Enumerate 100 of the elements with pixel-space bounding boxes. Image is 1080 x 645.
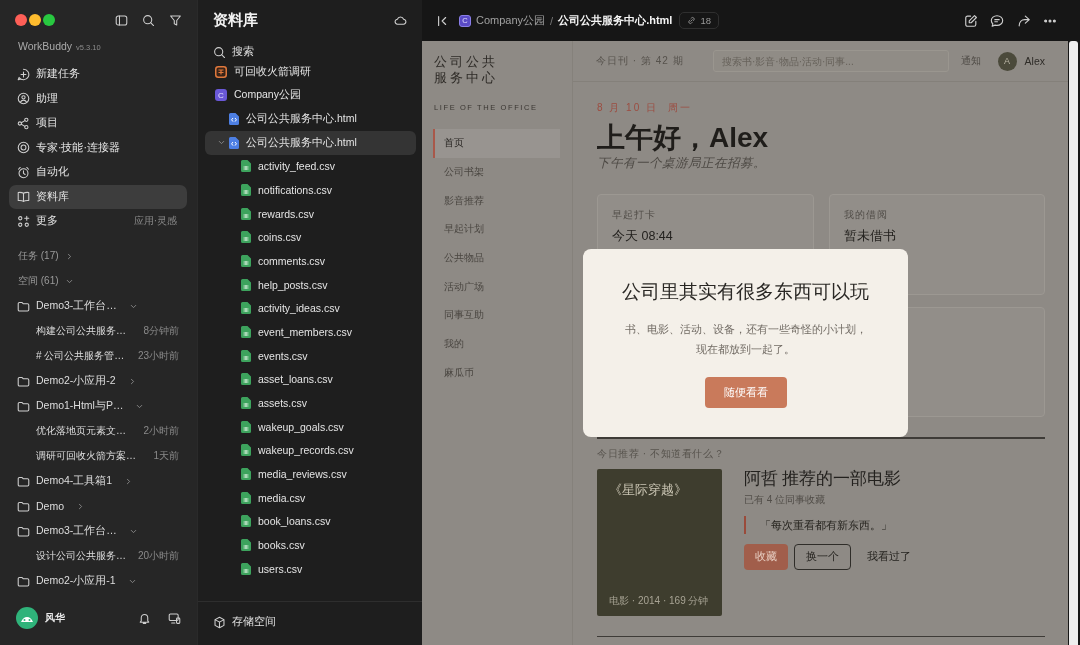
- file-item[interactable]: event_members.csv: [205, 320, 416, 344]
- sidebar-item-hint: 应用·灵感: [133, 214, 178, 229]
- folder-item[interactable]: Demo2-小应用-2: [9, 368, 187, 394]
- avatar-icon[interactable]: [16, 607, 38, 629]
- user-circle-icon: [17, 92, 30, 106]
- share-icon[interactable]: [1016, 13, 1031, 28]
- task-item[interactable]: 构建公司公共服务… 8分钟前: [9, 318, 187, 344]
- spreadsheet-icon: [241, 184, 251, 197]
- folder-icon: [17, 299, 30, 313]
- panel-title: 资料库: [213, 10, 258, 30]
- spreadsheet-icon: [241, 420, 251, 433]
- folder-icon: [17, 399, 30, 413]
- app-name: WorkBuddy: [18, 40, 73, 52]
- file-item[interactable]: comments.csv: [205, 249, 416, 273]
- task-item[interactable]: 优化落地页元素文… 2小时前: [9, 418, 187, 444]
- file-item[interactable]: C Company公园: [205, 83, 416, 108]
- sidebar-item[interactable]: 助理: [9, 86, 187, 111]
- search-icon[interactable]: [142, 13, 155, 27]
- nav-link[interactable]: 首页: [433, 129, 560, 158]
- spreadsheet-icon: [241, 491, 251, 504]
- poster-meta: 电影 · 2014 · 169 分钟: [609, 593, 709, 608]
- task-item[interactable]: # 公司公共服务管… 23小时前: [9, 343, 187, 369]
- file-item[interactable]: events.csv: [205, 343, 416, 368]
- code-file-icon: [229, 136, 239, 149]
- file-item[interactable]: media.csv: [205, 485, 416, 510]
- task-time: 1天前: [153, 449, 179, 463]
- section-toggle[interactable]: 空间 (61): [9, 268, 187, 294]
- breadcrumb-separator: /: [550, 14, 554, 27]
- file-item[interactable]: books.csv: [205, 533, 416, 557]
- file-title: 公司公共服务中心.html: [558, 13, 673, 28]
- outline-button[interactable]: 换一个: [794, 543, 851, 570]
- file-item[interactable]: notifications.csv: [205, 178, 416, 202]
- spreadsheet-icon: [241, 515, 251, 528]
- sidebar-item[interactable]: 项目: [9, 111, 187, 136]
- spreadsheet-icon: [241, 207, 251, 220]
- quote-text: 「每次重看都有新东西。」: [744, 515, 892, 534]
- edit-icon[interactable]: [963, 13, 978, 28]
- code-file-icon: [229, 113, 239, 126]
- sidebar-item[interactable]: 更多: [9, 209, 134, 234]
- sidebar-item[interactable]: 自动化: [9, 160, 187, 185]
- file-item[interactable]: activity_feed.csv: [205, 154, 416, 179]
- task-item[interactable]: 设计公司公共服务… 20小时前: [9, 543, 187, 569]
- cube-icon: [213, 615, 226, 629]
- sidebar-item[interactable]: 专家·技能·连接器: [9, 135, 187, 160]
- primary-button[interactable]: 收藏: [744, 543, 788, 570]
- spreadsheet-icon: [241, 349, 251, 362]
- folder-item[interactable]: Demo4-工具箱1: [9, 468, 187, 494]
- spreadsheet-icon: [241, 444, 251, 457]
- file-item[interactable]: 公司公共服务中心.html: [205, 107, 416, 131]
- search-button[interactable]: 搜索: [213, 43, 254, 61]
- file-item[interactable]: 可回收火箭调研: [205, 60, 416, 84]
- scrollbar[interactable]: [1069, 41, 1078, 645]
- filter-icon[interactable]: [169, 13, 182, 27]
- movie-poster[interactable]: 《星际穿越》 电影 · 2014 · 169 分钟: [597, 468, 722, 616]
- task-item[interactable]: 调研可回收火箭方案… 1天前: [9, 443, 187, 469]
- file-item[interactable]: book_loans.csv: [205, 509, 416, 534]
- user-avatar[interactable]: A: [997, 51, 1017, 71]
- file-item[interactable]: help_posts.csv: [205, 272, 416, 297]
- storage-button[interactable]: 存储空间: [213, 615, 276, 629]
- window-close-icon[interactable]: [15, 14, 27, 26]
- file-item[interactable]: 公司公共服务中心.html: [205, 130, 416, 155]
- folder-icon: [17, 474, 30, 488]
- breadcrumb-link[interactable]: Company公园: [476, 13, 546, 28]
- spreadsheet-icon: [241, 160, 251, 173]
- apps-icon: [17, 214, 30, 228]
- search-icon: [213, 45, 226, 59]
- text-button[interactable]: 我看过了: [863, 543, 915, 570]
- card-value: 暂未借书: [843, 228, 896, 245]
- sidebar-item[interactable]: 资料库: [9, 184, 187, 209]
- folder-item[interactable]: Demo2-小应用-1: [9, 568, 187, 594]
- devices-icon[interactable]: [168, 611, 181, 625]
- task-time: 20小时前: [137, 549, 179, 563]
- file-item[interactable]: coins.csv: [205, 225, 416, 250]
- file-item[interactable]: asset_loans.csv: [205, 367, 416, 392]
- spreadsheet-icon: [241, 231, 251, 244]
- link-icon: [687, 16, 697, 25]
- site-title: 公司公共服务中心: [434, 54, 499, 86]
- comment-icon[interactable]: [990, 13, 1004, 28]
- file-item[interactable]: wakeup_goals.csv: [205, 414, 416, 439]
- sidebar-toggle-icon[interactable]: [115, 13, 128, 27]
- section-toggle[interactable]: 任务 (17): [9, 243, 187, 269]
- link-count-button[interactable]: 18: [679, 12, 719, 29]
- file-item[interactable]: assets.csv: [205, 391, 416, 415]
- spreadsheet-icon: [241, 302, 251, 315]
- folder-item[interactable]: Demo3-工作台…: [9, 293, 187, 319]
- folder-item[interactable]: Demo1-Html与P…: [9, 393, 187, 419]
- folder-item[interactable]: Demo3-工作台…: [9, 518, 187, 544]
- project-initial: C: [215, 89, 227, 102]
- folder-icon: [17, 574, 30, 588]
- file-item[interactable]: wakeup_records.csv: [205, 438, 416, 463]
- window-zoom-icon[interactable]: [43, 14, 55, 26]
- folder-item[interactable]: Demo: [9, 493, 187, 519]
- file-item[interactable]: users.csv: [205, 556, 416, 581]
- file-item[interactable]: media_reviews.csv: [205, 462, 416, 486]
- cloud-icon[interactable]: [394, 13, 407, 27]
- window-minimize-icon[interactable]: [29, 14, 41, 26]
- file-item[interactable]: activity_ideas.csv: [205, 296, 416, 321]
- bell-icon[interactable]: [138, 611, 151, 625]
- file-item[interactable]: rewards.csv: [205, 201, 416, 226]
- sidebar-item[interactable]: 新建任务: [9, 62, 187, 87]
